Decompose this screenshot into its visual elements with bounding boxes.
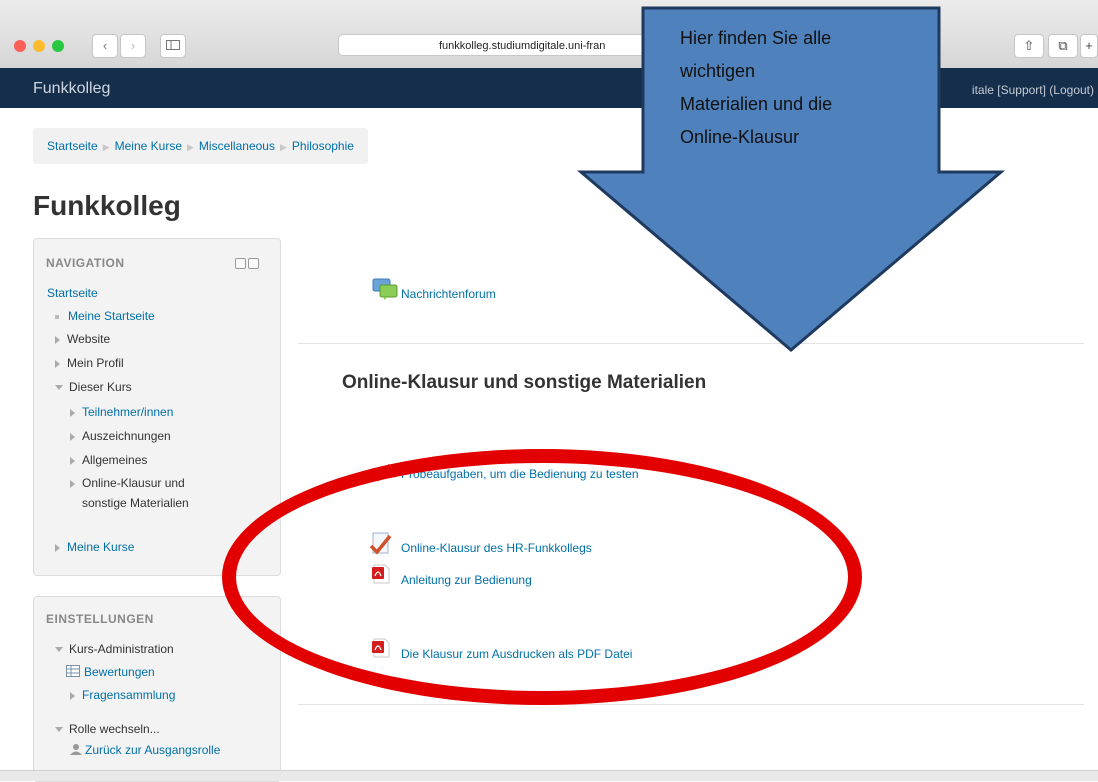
breadcrumb-item-course[interactable]: Philosophie xyxy=(292,139,354,153)
callout-line: Online-Klausur xyxy=(680,127,800,147)
callout-line: Materialien und die xyxy=(680,94,833,114)
tabs-overview-icon[interactable]: ⧉ xyxy=(1048,34,1078,58)
nav-item-label: Mein Profil xyxy=(67,356,124,370)
expand-arrow-icon xyxy=(55,335,60,344)
forum-icon xyxy=(372,278,398,305)
sidebar-toggle-icon[interactable] xyxy=(160,34,186,58)
nav-item-home[interactable]: Startseite xyxy=(47,286,98,300)
expand-arrow-icon xyxy=(55,543,60,552)
nav-item-label: Meine Startseite xyxy=(68,309,155,323)
expand-arrow-icon xyxy=(70,479,75,488)
nav-item-label: Online-Klausur und xyxy=(82,476,185,490)
nav-item-participants[interactable]: Teilnehmer/innen xyxy=(70,405,173,419)
grades-table-icon xyxy=(66,665,80,680)
zoom-window-button[interactable] xyxy=(52,40,64,52)
settings-item-question-bank[interactable]: Fragensammlung xyxy=(70,688,175,702)
settings-item-label: Zurück zur Ausgangsrolle xyxy=(85,743,221,757)
settings-item-label: Kurs-Administration xyxy=(69,642,174,656)
navigation-heading: NAVIGATION xyxy=(46,256,125,270)
collapse-arrow-icon xyxy=(55,727,63,733)
expand-arrow-icon xyxy=(70,456,75,465)
callout-line: wichtigen xyxy=(680,61,756,81)
page-footer xyxy=(0,770,1098,781)
breadcrumb-separator-icon: ▶ xyxy=(279,142,287,152)
settings-item-grades[interactable]: Bewertungen xyxy=(66,665,155,680)
nav-item-label: Meine Kurse xyxy=(67,540,135,554)
dock-block-icon[interactable] xyxy=(248,258,259,269)
forum-link[interactable]: Nachrichtenforum xyxy=(401,287,496,301)
collapse-arrow-icon xyxy=(55,647,63,653)
share-icon[interactable]: ⇧ xyxy=(1014,34,1044,58)
nav-item-this-course[interactable]: Dieser Kurs xyxy=(55,380,132,394)
callout-line: Hier finden Sie alle xyxy=(680,28,832,48)
collapse-block-icon[interactable] xyxy=(235,258,246,269)
breadcrumb-item-my-courses[interactable]: Meine Kurse xyxy=(115,139,182,153)
breadcrumb: Startseite ▶ Meine Kurse ▶ Miscellaneous ▶ Phi… xyxy=(33,128,368,164)
settings-heading: EINSTELLUNGEN xyxy=(46,612,154,626)
nav-item-my-courses[interactable]: Meine Kurse xyxy=(55,540,134,554)
breadcrumb-item-home[interactable]: Startseite xyxy=(47,139,98,153)
nav-item-label: Dieser Kurs xyxy=(69,380,132,394)
nav-item-general[interactable]: Allgemeines xyxy=(70,453,147,467)
new-tab-icon[interactable]: + xyxy=(1080,34,1098,58)
settings-item-label: Fragensammlung xyxy=(82,688,176,702)
settings-item-course-admin[interactable]: Kurs-Administration xyxy=(55,642,174,656)
page-title: Funkkolleg xyxy=(33,190,181,221)
breadcrumb-item-category[interactable]: Miscellaneous xyxy=(199,139,275,153)
breadcrumb-separator-icon: ▶ xyxy=(187,142,194,152)
nav-item-section-line2[interactable]: sonstige Materialien xyxy=(82,496,189,510)
settings-item-return-role[interactable]: Zurück zur Ausgangsrolle xyxy=(70,743,220,758)
highlight-ellipse xyxy=(222,449,862,705)
settings-item-label: Rolle wechseln... xyxy=(69,722,160,736)
forward-icon[interactable]: › xyxy=(120,34,146,58)
minimize-window-button[interactable] xyxy=(33,40,45,52)
expand-arrow-icon xyxy=(55,359,60,368)
expand-arrow-icon xyxy=(70,432,75,441)
section-title: Online-Klausur und sonstige Materialien xyxy=(342,372,707,393)
settings-item-switch-role[interactable]: Rolle wechseln... xyxy=(55,722,160,736)
collapse-arrow-icon xyxy=(55,385,63,391)
back-icon[interactable]: ‹ xyxy=(92,34,118,58)
callout-text: Hier finden Sie alle wichtigen Materiali… xyxy=(680,22,920,154)
breadcrumb-separator-icon: ▶ xyxy=(102,142,110,152)
settings-item-label: Bewertungen xyxy=(84,665,155,679)
user-icon xyxy=(70,743,82,758)
close-window-button[interactable] xyxy=(14,40,26,52)
nav-item-profile[interactable]: Mein Profil xyxy=(55,356,124,370)
expand-arrow-icon xyxy=(70,408,75,417)
nav-item-label: Allgemeines xyxy=(82,453,148,467)
section-divider xyxy=(298,704,1084,705)
nav-item-my-home[interactable]: Meine Startseite xyxy=(55,309,155,323)
nav-item-label: Auszeichnungen xyxy=(82,429,171,443)
bullet-icon xyxy=(55,314,59,319)
nav-item-section[interactable]: Online-Klausur und xyxy=(70,476,185,490)
nav-item-badges[interactable]: Auszeichnungen xyxy=(70,429,171,443)
site-name[interactable]: Funkkolleg xyxy=(33,80,110,98)
nav-item-website[interactable]: Website xyxy=(55,332,110,346)
nav-item-label: Teilnehmer/innen xyxy=(82,405,174,419)
nav-item-label: Website xyxy=(67,332,111,346)
expand-arrow-icon xyxy=(70,691,75,700)
